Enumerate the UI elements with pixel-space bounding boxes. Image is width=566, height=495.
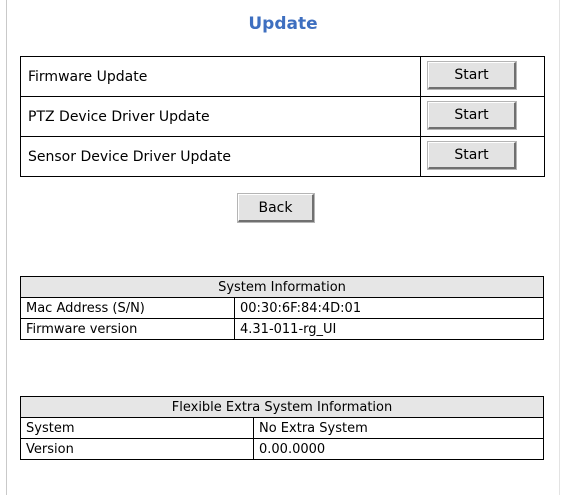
mac-address-value: 00:30:6F:84:4D:01 bbox=[234, 297, 544, 319]
table-row: Firmware Update Start bbox=[20, 56, 545, 97]
extra-system-information-table: Flexible Extra System Information System… bbox=[20, 396, 544, 460]
firmware-version-value: 4.31-011-rg_UI bbox=[234, 318, 544, 340]
table-row: Sensor Device Driver Update Start bbox=[20, 136, 545, 177]
sensor-driver-update-start-button[interactable]: Start bbox=[428, 142, 516, 169]
table-row: Version 0.00.0000 bbox=[20, 438, 544, 460]
ptz-driver-update-start-button[interactable]: Start bbox=[428, 102, 516, 129]
firmware-update-label: Firmware Update bbox=[20, 56, 421, 97]
extra-version-label: Version bbox=[20, 438, 254, 460]
table-header-row: Flexible Extra System Information bbox=[20, 396, 544, 418]
extra-system-value: No Extra System bbox=[253, 417, 544, 439]
sensor-driver-update-label: Sensor Device Driver Update bbox=[20, 136, 421, 177]
update-table: Firmware Update Start PTZ Device Driver … bbox=[20, 56, 545, 177]
table-row: Mac Address (S/N) 00:30:6F:84:4D:01 bbox=[20, 297, 544, 319]
firmware-update-start-button[interactable]: Start bbox=[428, 62, 516, 89]
table-row: System No Extra System bbox=[20, 417, 544, 439]
extra-system-information-header: Flexible Extra System Information bbox=[20, 396, 544, 418]
firmware-version-label: Firmware version bbox=[20, 318, 235, 340]
table-row: Firmware version 4.31-011-rg_UI bbox=[20, 318, 544, 340]
table-header-row: System Information bbox=[20, 276, 544, 298]
system-information-header: System Information bbox=[20, 276, 544, 298]
extra-system-label: System bbox=[20, 417, 254, 439]
ptz-driver-update-label: PTZ Device Driver Update bbox=[20, 96, 421, 137]
page-title: Update bbox=[248, 14, 318, 34]
extra-version-value: 0.00.0000 bbox=[253, 438, 544, 460]
system-information-table: System Information Mac Address (S/N) 00:… bbox=[20, 276, 544, 340]
table-row: PTZ Device Driver Update Start bbox=[20, 96, 545, 137]
mac-address-label: Mac Address (S/N) bbox=[20, 297, 235, 319]
back-button[interactable]: Back bbox=[238, 194, 314, 222]
